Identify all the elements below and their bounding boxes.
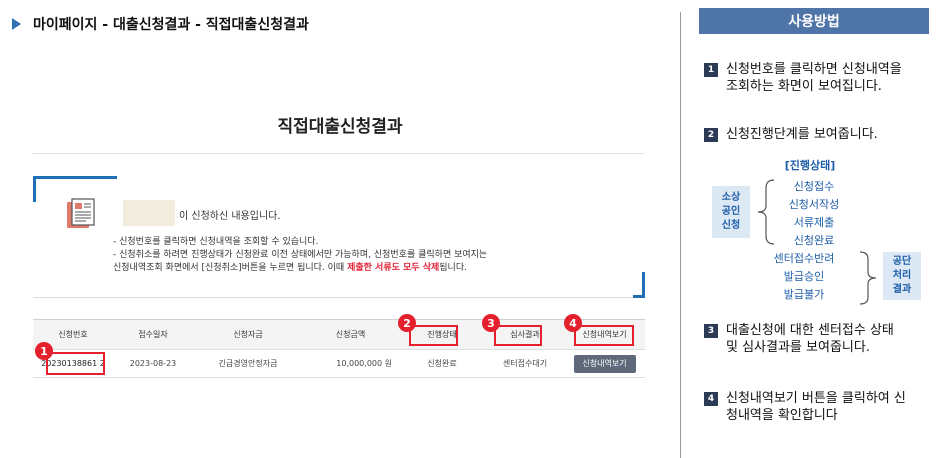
step-number-1: 1: [704, 63, 718, 77]
highlight-view-detail: [574, 325, 634, 346]
info-box-bottom-line: [33, 297, 633, 298]
info-notes: - 신청번호를 클릭하면 신청내역을 조회할 수 있습니다. - 신청취소를 하…: [113, 236, 487, 275]
document-icon: [67, 198, 95, 228]
table-header: 신청번호 접수일자 신청자금 신청금액 진행상태 심사결과 신청내역보기: [33, 320, 645, 350]
highlight-review-result: [494, 325, 542, 346]
note-line-3-tail: 됩니다.: [439, 263, 467, 273]
flow-step-documents: 서류제출: [793, 216, 835, 229]
step-3-line-1: 대출신청에 대한 센터접수 상태: [726, 323, 894, 338]
panel-divider: [680, 12, 681, 458]
flow-step-complete: 신청완료: [793, 234, 835, 247]
breadcrumb: 마이페이지 - 대출신청결과 - 직접대출신청결과: [12, 14, 309, 34]
flow-right-items: 센터접수반려 발급승인 발급불가: [754, 250, 854, 304]
info-intro: 이 신청하신 내용입니다.: [179, 211, 281, 222]
view-detail-button[interactable]: 신청내역보기: [573, 354, 636, 373]
triangle-bullet-icon: [12, 18, 21, 30]
flow-left-items: 신청접수 신청서작성 서류제출 신청완료: [774, 178, 854, 250]
highlight-progress-status: [409, 325, 458, 346]
cell-amount: 10,000,000 원: [336, 359, 392, 368]
step-number-4: 4: [704, 392, 718, 406]
step-number-3: 3: [704, 324, 718, 338]
help-step-1: 1 신청번호를 클릭하면 신청내역을조회하는 화면이 보여집니다.: [704, 61, 902, 95]
masked-name: [123, 200, 175, 226]
breadcrumb-text: 마이페이지 - 대출신청결과 - 직접대출신청결과: [33, 17, 309, 33]
cell-review-result: 센터접수대기: [502, 359, 548, 368]
right-brace-icon: [859, 251, 877, 305]
marker-1: 1: [35, 342, 53, 360]
step-2-line-1: 신청진행단계를 보여줍니다.: [726, 127, 878, 142]
marker-4: 4: [564, 314, 582, 332]
flow-result-rejected: 센터접수반려: [773, 252, 835, 265]
step-1-line-2: 조회하는 화면이 보여집니다.: [726, 79, 882, 94]
title-divider: [32, 153, 644, 154]
cell-received-date: 2023-08-23: [129, 359, 177, 368]
flow-header: [진행상태]: [784, 159, 836, 172]
page-title: 직접대출신청결과: [277, 117, 403, 137]
note-line-2: - 신청취소를 하려면 진행상태가 신청완료 이전 상태에서만 가능하며, 신청…: [113, 250, 488, 260]
info-box: 이 신청하신 내용입니다. - 신청번호를 클릭하면 신청내역을 조회할 수 있…: [33, 176, 645, 298]
cell-progress-status: 신청완료: [427, 359, 457, 368]
step-4-line-1: 신청내역보기 버튼을 클릭하여 신: [726, 391, 906, 406]
help-step-3: 3 대출신청에 대한 센터접수 상태및 심사결과를 보여줍니다.: [704, 322, 894, 356]
flow-right-label: 공단 처리 결과: [883, 252, 921, 300]
note-line-3-text: 신청내역조회 화면에서 [신청취소]버튼을 누르면 됩니다. 이때: [113, 263, 348, 273]
header-amount: 신청금액: [335, 330, 366, 339]
note-warning: 제출한 서류도 모두 삭제: [347, 263, 440, 273]
step-1-line-1: 신청번호를 클릭하면 신청내역을: [726, 62, 902, 77]
note-line-1: - 신청번호를 클릭하면 신청내역을 조회할 수 있습니다.: [113, 237, 319, 247]
flow-result-approved: 발급승인: [783, 270, 825, 283]
table-row: 20230138861 2 2023-08-23 긴급경영안정자금 10,000…: [33, 350, 645, 378]
flow-step-writing: 신청서작성: [788, 198, 840, 211]
help-step-2: 2 신청진행단계를 보여줍니다.: [704, 126, 878, 143]
step-3-line-2: 및 심사결과를 보여줍니다.: [726, 340, 870, 355]
flow-result-denied: 발급불가: [783, 288, 825, 301]
cell-fund: 긴급경영안정자금: [218, 359, 278, 368]
flow-left-label: 소상 공인 신청: [712, 186, 750, 238]
help-step-4: 4 신청내역보기 버튼을 클릭하여 신청내역을 확인합니다: [704, 390, 906, 424]
step-number-2: 2: [704, 128, 718, 142]
header-received-date: 접수일자: [138, 330, 168, 339]
corner-decoration-bottom-right: [633, 272, 645, 298]
header-fund: 신청자금: [233, 330, 263, 339]
help-panel-title: 사용방법: [699, 8, 929, 34]
step-4-line-2: 청내역을 확인합니다: [726, 408, 838, 423]
marker-3: 3: [482, 314, 500, 332]
cell-view-detail: 신청내역보기: [564, 350, 645, 377]
flow-step-received: 신청접수: [793, 180, 835, 193]
note-line-3: 신청내역조회 화면에서 [신청취소]버튼을 누르면 됩니다. 이때 제출한 서류…: [113, 262, 487, 275]
highlight-application-no: [46, 352, 105, 375]
marker-2: 2: [398, 314, 416, 332]
